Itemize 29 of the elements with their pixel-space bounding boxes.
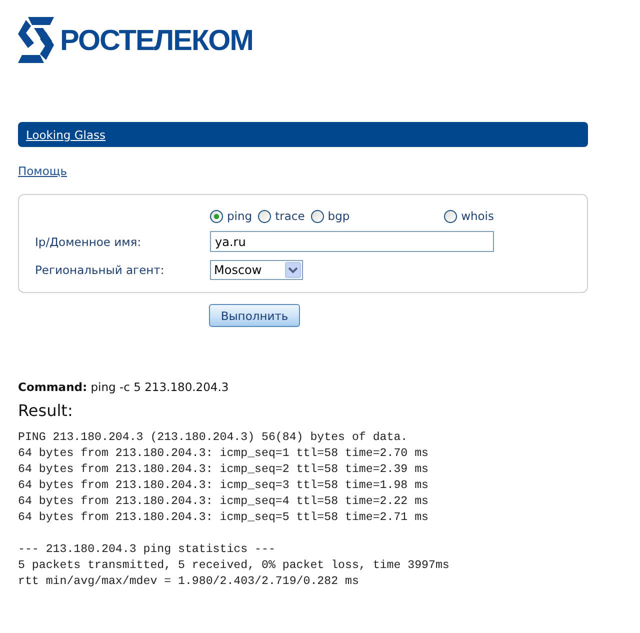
help-link[interactable]: Помощь <box>18 164 68 178</box>
radio-label[interactable]: bgp <box>328 209 350 223</box>
caret-icon <box>285 262 301 278</box>
output-line: 64 bytes from 213.180.204.3: icmp_seq=5 ttl=58 time=2.71 ms <box>18 510 430 526</box>
submit-button[interactable]: Выполнить <box>209 304 300 327</box>
field-label: Региональный агент: <box>34 263 166 277</box>
agent-select[interactable]: Moscow <box>210 260 303 280</box>
output-line: rtt min/avg/max/mdev = 1.980/2.403/2.719/0.282 ms <box>18 574 360 590</box>
output-line: 64 bytes from 213.180.204.3: icmp_seq=3 ttl=58 time=1.98 ms <box>18 478 430 494</box>
output-line: 64 bytes from 213.180.204.3: icmp_seq=1 ttl=58 time=2.70 ms <box>18 446 430 462</box>
logo-icon <box>18 17 54 63</box>
field-label: Ip/Доменное имя: <box>34 234 142 248</box>
output-line: 64 bytes from 213.180.204.3: icmp_seq=4 ttl=58 time=2.22 ms <box>18 494 430 510</box>
radio-button[interactable] <box>444 210 458 222</box>
radio-button[interactable] <box>310 210 324 222</box>
radio-button[interactable] <box>210 210 223 222</box>
radio-label[interactable]: ping <box>227 209 252 223</box>
radio-label[interactable]: whois <box>461 209 494 223</box>
logo-text: РОСТЕЛЕКОМ <box>60 27 253 56</box>
domain-input[interactable]: ya.ru <box>210 231 494 252</box>
command-text: Command: ping -c 5 213.180.204.3 <box>18 380 230 394</box>
radio-label[interactable]: trace <box>275 209 305 223</box>
output-line: --- 213.180.204.3 ping statistics --- <box>18 542 276 558</box>
output-line: PING 213.180.204.3 (213.180.204.3) 56(84) bytes of data. <box>18 430 409 446</box>
output-line: 64 bytes from 213.180.204.3: icmp_seq=2 ttl=58 time=2.39 ms <box>18 462 430 478</box>
output-line: 5 packets transmitted, 5 received, 0% packet loss, time 3997ms <box>18 558 450 574</box>
result-heading: Result: <box>18 401 74 420</box>
radio-button[interactable] <box>258 210 272 222</box>
nav-link[interactable]: Looking Glass <box>26 128 106 142</box>
